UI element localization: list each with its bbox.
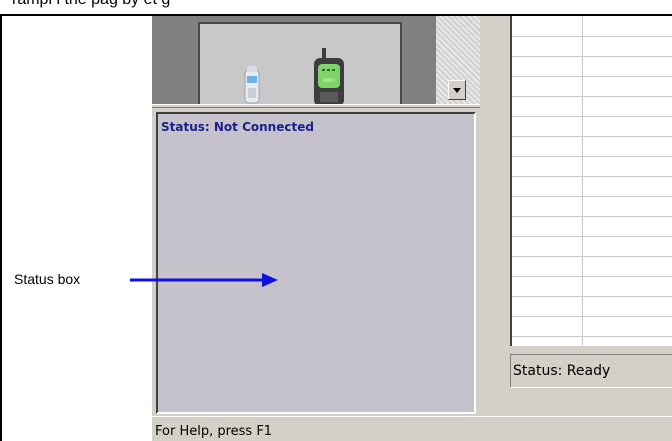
grid-row-line (512, 256, 672, 257)
grid-row-line (512, 36, 672, 37)
grid-row-line (512, 216, 672, 217)
ready-status-field: Status: Ready (510, 354, 672, 388)
grid-row-line (512, 196, 672, 197)
chevron-down-icon (453, 87, 461, 93)
top-caption-text: rampl i the pag by et g (12, 0, 170, 9)
grid-row-line (512, 156, 672, 157)
grid-row-line (512, 116, 672, 117)
screenshot-frame: Status: Not Connected Status: Ready For … (0, 14, 672, 441)
data-grid[interactable] (510, 16, 672, 346)
app-window: Status: Not Connected Status: Ready For … (152, 16, 672, 441)
grid-row-line (512, 336, 672, 337)
splitter[interactable] (480, 16, 510, 414)
status-box: Status: Not Connected (156, 112, 476, 414)
grid-row-line (512, 276, 672, 277)
grid-row-line (512, 236, 672, 237)
connection-status-text: Status: Not Connected (161, 120, 314, 134)
phone-large-icon (314, 48, 344, 106)
scroll-down-button[interactable] (448, 80, 466, 100)
grid-row-line (512, 56, 672, 57)
grid-row-line (512, 316, 672, 317)
grid-row-line (512, 296, 672, 297)
callout-label: Status box (14, 271, 81, 287)
callout-arrow-icon (130, 273, 278, 287)
status-bar: For Help, press F1 (152, 416, 672, 441)
ready-status-text: Status: Ready (513, 363, 611, 379)
grid-row-line (512, 96, 672, 97)
phone-small-icon (244, 66, 260, 104)
device-pane (152, 16, 480, 106)
left-margin (4, 16, 152, 441)
help-text: For Help, press F1 (155, 424, 273, 439)
device-card (198, 22, 402, 106)
grid-row-line (512, 176, 672, 177)
top-caption-strip: rampl i the pag by et g (0, 0, 672, 14)
grid-row-line (512, 136, 672, 137)
grid-row-line (512, 76, 672, 77)
pane-divider[interactable] (152, 104, 480, 108)
